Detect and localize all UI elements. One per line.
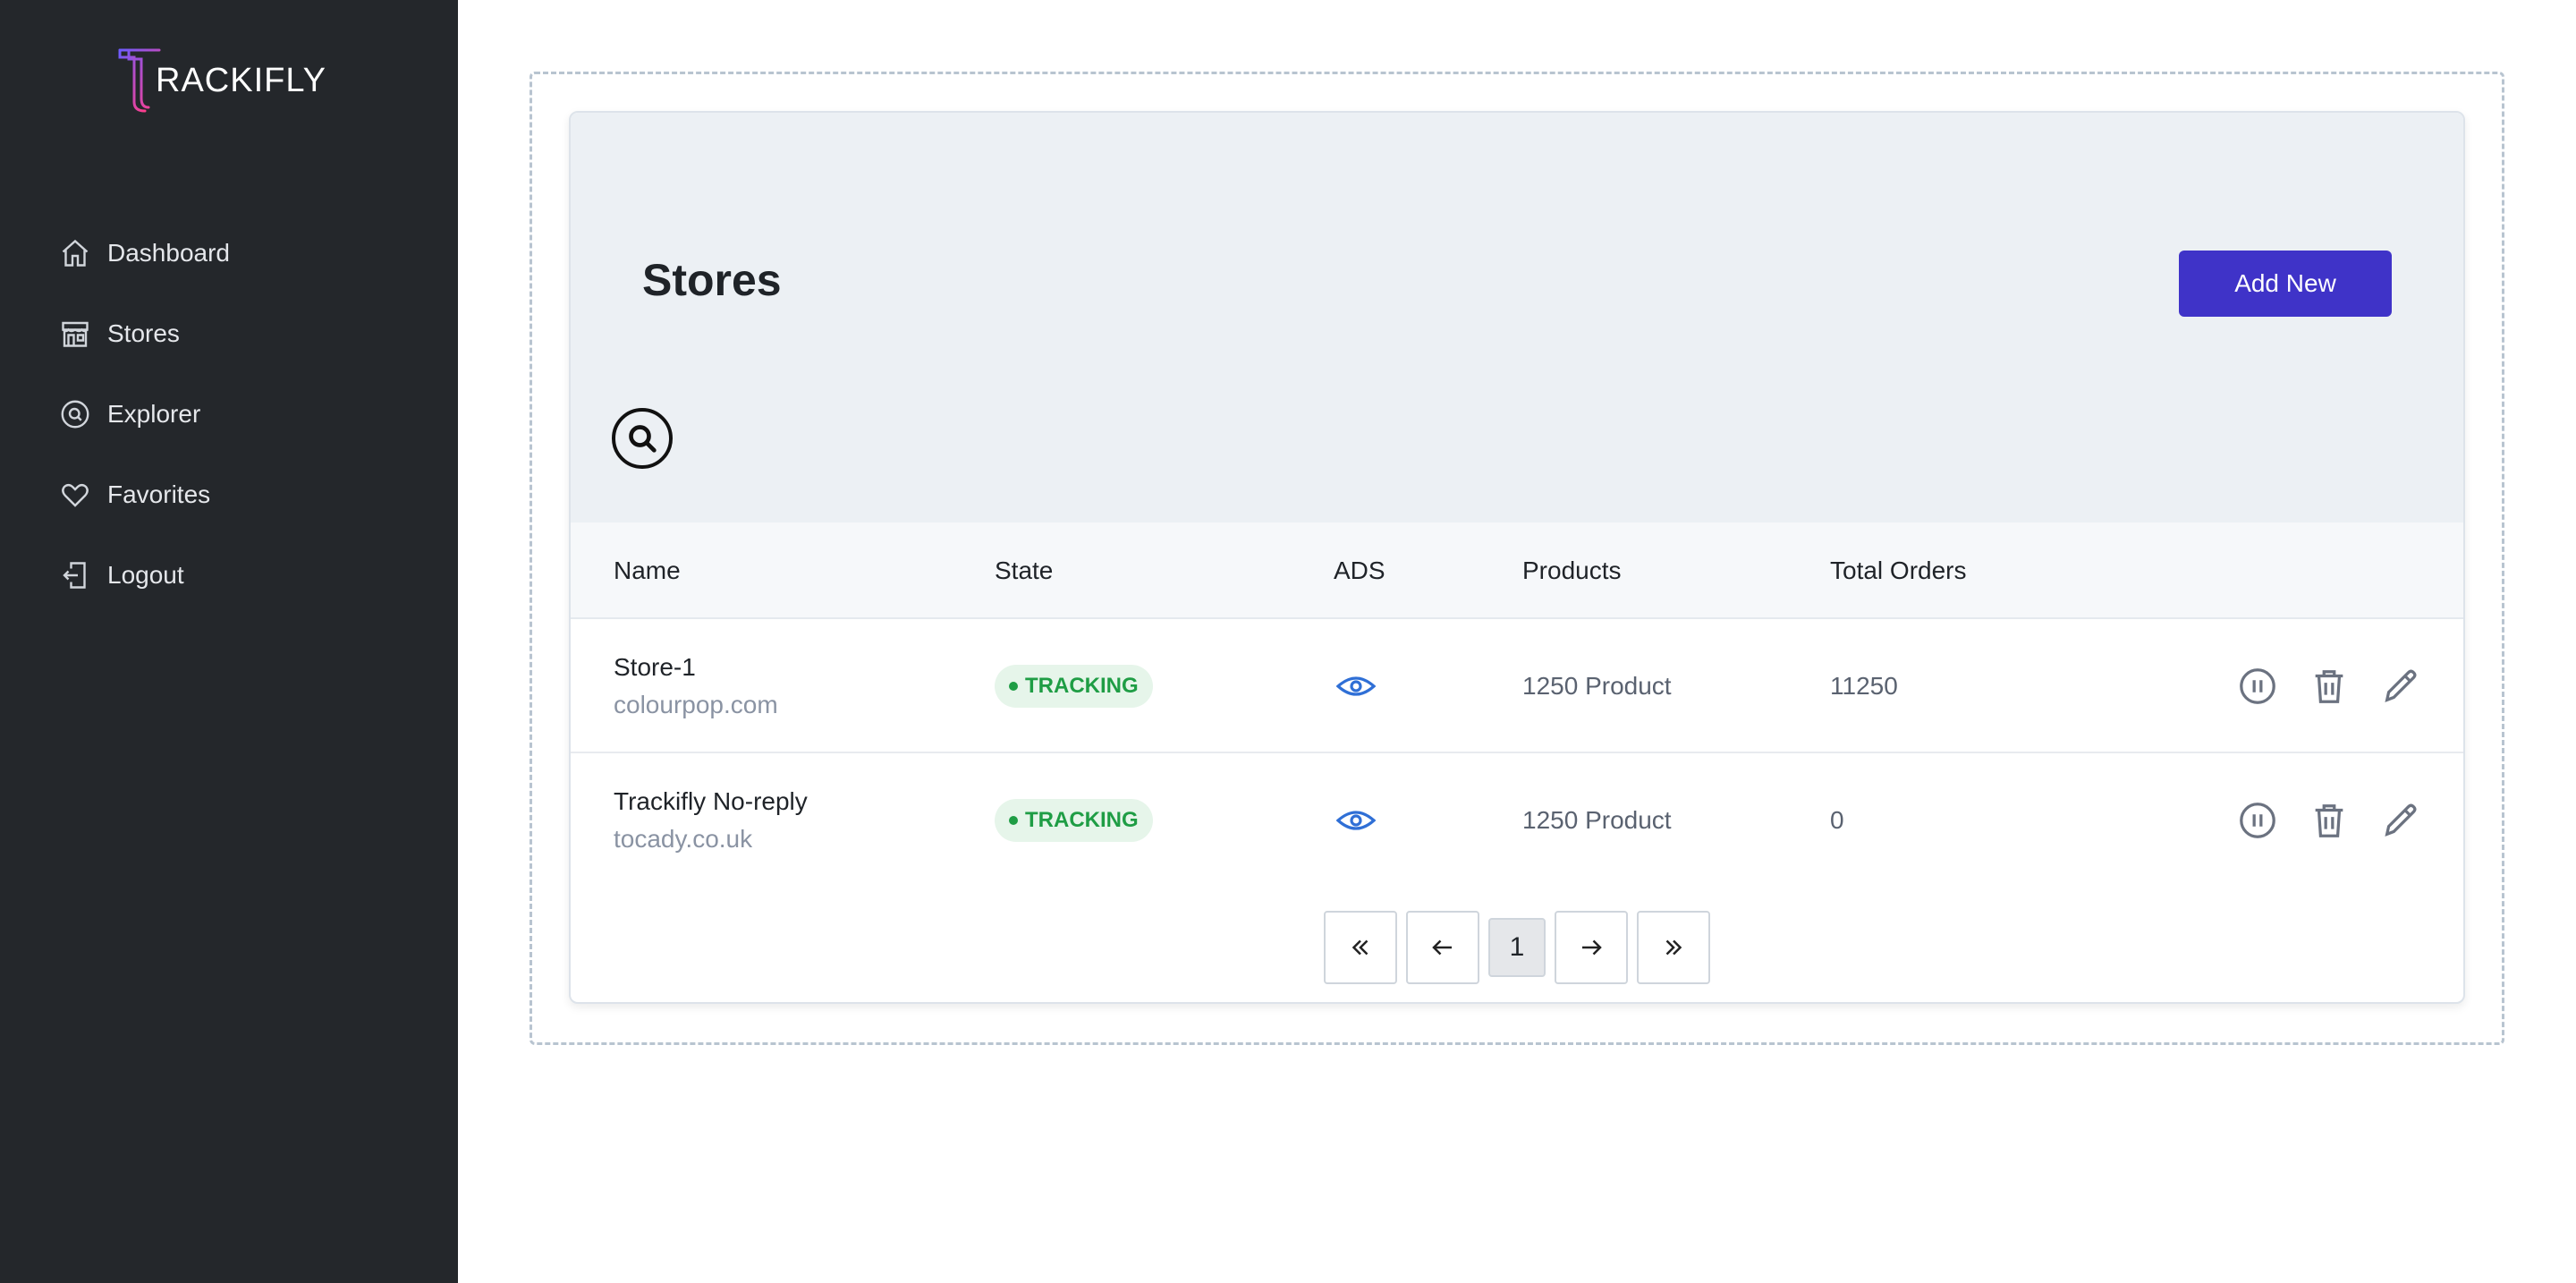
page-title: Stores [642,255,782,305]
eye-icon[interactable] [1335,799,1377,842]
pause-button[interactable] [2236,799,2279,842]
sidebar-nav: Dashboard Stores Explorer Favorites Logo… [57,213,230,616]
stores-card: Stores Add New Name State ADS Products T… [569,111,2465,1004]
state-cell: TRACKING [995,619,1153,753]
pencil-icon [2385,803,2417,837]
row-actions [2236,619,2422,753]
delete-button[interactable] [2308,665,2351,708]
column-header-total-orders[interactable]: Total Orders [1830,523,1967,619]
status-text: TRACKING [1025,808,1139,832]
logout-icon [57,557,93,593]
status-dot-icon [1009,682,1018,691]
next-page-button[interactable] [1555,911,1628,984]
status-dot-icon [1009,816,1018,825]
store-domain: colourpop.com [614,691,778,718]
products-cell: 1250 Product [1522,672,1672,700]
search-icon [629,425,657,453]
orders-cell: 0 [1830,806,1844,834]
heart-icon [57,477,93,513]
products-cell: 1250 Product [1522,806,1672,834]
sidebar-item-label: Stores [107,319,180,347]
column-header-name[interactable]: Name [614,523,681,619]
sidebar-item-label: Explorer [107,400,201,428]
store-name[interactable]: Store-1 [614,653,696,682]
trash-icon [2315,804,2343,837]
last-page-button[interactable] [1637,911,1710,984]
compass-search-icon [57,396,93,432]
card-header: Stores Add New [571,113,2463,523]
search-button[interactable] [612,408,673,469]
edit-button[interactable] [2379,799,2422,842]
store-name[interactable]: Trackifly No-reply [614,787,808,816]
sidebar-item-favorites[interactable]: Favorites [57,455,230,535]
pause-button[interactable] [2236,665,2279,708]
state-cell: TRACKING [995,753,1153,888]
sidebar-item-dashboard[interactable]: Dashboard [57,213,230,293]
status-badge: TRACKING [995,799,1153,842]
store-icon [57,316,93,352]
table-row: Trackifly No-reply tocady.co.uk TRACKING… [571,753,2463,888]
orders-cell: 11250 [1830,672,1898,700]
pause-icon [2240,668,2275,704]
store-name-cell: Store-1 colourpop.com [614,619,778,753]
status-text: TRACKING [1025,674,1139,698]
double-chevron-left-icon [1352,939,1368,956]
sidebar-item-stores[interactable]: Stores [57,293,230,374]
pause-icon [2240,803,2275,838]
table-row: Store-1 colourpop.com TRACKING 1250 Prod… [571,619,2463,753]
first-page-button[interactable] [1324,911,1397,984]
store-name-cell: Trackifly No-reply tocady.co.uk [614,753,808,888]
column-header-products[interactable]: Products [1522,523,1622,619]
table-header: Name State ADS Products Total Orders [571,523,2463,619]
sidebar-item-label: Favorites [107,480,211,508]
row-actions [2236,753,2422,888]
pagination: 1 [1324,911,1710,984]
logo-text: RACKIFLY [156,61,327,99]
pencil-icon [2385,669,2417,702]
sidebar: RACKIFLY Dashboard Stores Explorer Favor… [0,0,458,1283]
home-icon [57,235,93,271]
logo[interactable]: RACKIFLY [116,43,326,115]
double-chevron-right-icon [1665,939,1682,956]
column-header-state[interactable]: State [995,523,1053,619]
arrow-right-icon [1582,939,1602,956]
trash-icon [2315,670,2343,703]
ads-cell [1335,619,1377,753]
delete-button[interactable] [2308,799,2351,842]
eye-icon[interactable] [1335,665,1377,708]
edit-button[interactable] [2379,665,2422,708]
arrow-left-icon [1432,939,1452,956]
add-new-button[interactable]: Add New [2179,251,2392,317]
column-header-ads[interactable]: ADS [1334,523,1385,619]
current-page[interactable]: 1 [1488,918,1546,977]
store-domain: tocady.co.uk [614,825,753,853]
sidebar-item-label: Dashboard [107,239,230,267]
sidebar-item-logout[interactable]: Logout [57,535,230,616]
sidebar-item-explorer[interactable]: Explorer [57,374,230,455]
status-badge: TRACKING [995,665,1153,708]
sidebar-item-label: Logout [107,561,184,589]
ads-cell [1335,753,1377,888]
prev-page-button[interactable] [1406,911,1479,984]
